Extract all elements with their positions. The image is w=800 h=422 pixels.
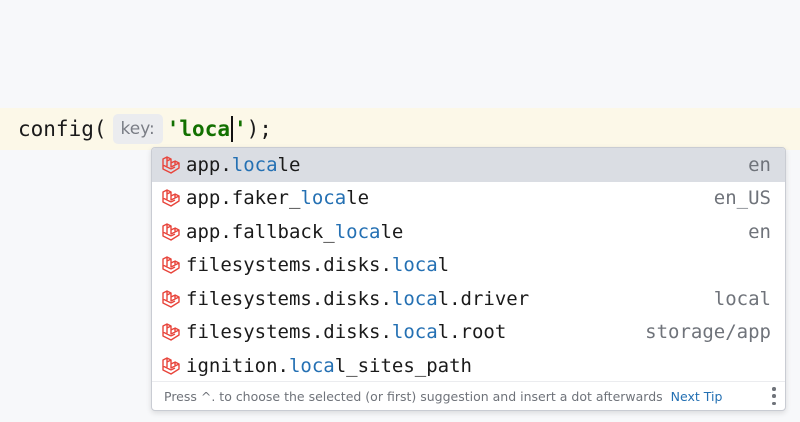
completion-item-label: app.fallback_locale <box>186 220 404 243</box>
text-caret <box>230 116 233 142</box>
completion-item-value: en <box>748 220 771 243</box>
completion-item[interactable]: app.faker_locale en_US <box>152 182 785 216</box>
laravel-icon <box>160 355 182 377</box>
completion-item-label: ignition.local_sites_path <box>186 354 472 377</box>
completion-popup[interactable]: app.locale en app.faker_locale en_US app.fal… <box>151 147 786 411</box>
parameter-hint: key: <box>112 114 163 144</box>
line-end: ); <box>246 117 272 141</box>
completion-item[interactable]: filesystems.disks.local <box>152 249 785 283</box>
completion-item[interactable]: app.fallback_locale en <box>152 215 785 249</box>
completion-item[interactable]: app.locale en <box>152 148 785 182</box>
completion-item-value: en <box>748 153 771 176</box>
vertical-ellipsis-icon[interactable] <box>771 387 777 405</box>
laravel-icon <box>160 154 182 176</box>
laravel-icon <box>160 221 182 243</box>
code-editor[interactable]: config( key: 'loca ' ); app.locale en app.… <box>0 0 800 422</box>
completion-item[interactable]: filesystems.disks.local.driver local <box>152 282 785 316</box>
completion-item-value: local <box>713 287 771 310</box>
completion-footer: Press ^. to choose the selected (or firs… <box>152 381 785 410</box>
completion-item-value: storage/app <box>645 321 771 344</box>
completion-item-label: filesystems.disks.local.driver <box>186 287 530 310</box>
laravel-icon <box>160 187 182 209</box>
laravel-icon <box>160 321 182 343</box>
footer-tip: Press ^. to choose the selected (or firs… <box>164 388 663 404</box>
completion-item-label: app.faker_locale <box>186 187 370 210</box>
completion-item[interactable]: ignition.local_sites_path <box>152 349 785 383</box>
completion-item[interactable]: filesystems.disks.local.root storage/app <box>152 316 785 350</box>
completion-item-label: filesystems.disks.local <box>186 254 450 277</box>
current-code-line[interactable]: config( key: 'loca ' ); <box>0 108 800 150</box>
completion-item-value: en_US <box>713 187 771 210</box>
laravel-icon <box>160 288 182 310</box>
string-literal-typed: 'loca <box>166 117 230 141</box>
next-tip-link[interactable]: Next Tip <box>671 389 723 404</box>
function-call: config( <box>18 117 107 141</box>
string-literal-close: ' <box>233 117 247 141</box>
laravel-icon <box>160 254 182 276</box>
completion-list: app.locale en app.faker_locale en_US app.fal… <box>152 148 785 383</box>
completion-item-label: app.locale <box>186 153 301 176</box>
completion-item-label: filesystems.disks.local.root <box>186 321 507 344</box>
